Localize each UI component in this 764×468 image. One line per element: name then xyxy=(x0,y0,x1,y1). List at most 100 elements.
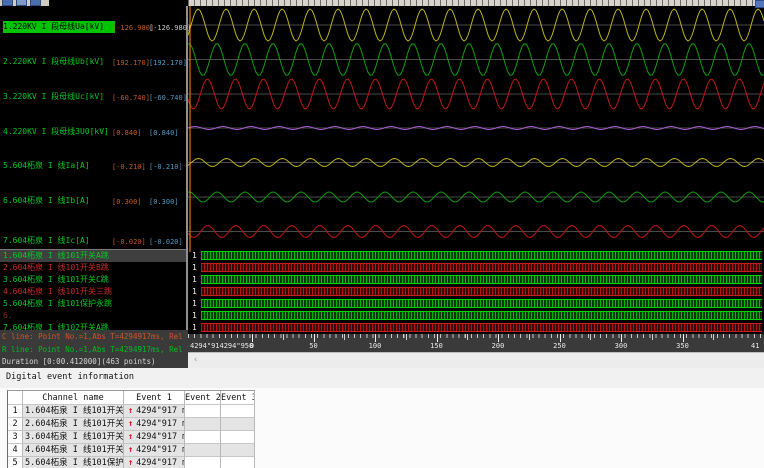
row-channel-name: 5.604柘泉 I 线101保护永跳 xyxy=(23,457,124,468)
axis-major-tick xyxy=(621,334,622,342)
event-table-row[interactable]: 11.604柘泉 I 线101开关A跳↑4294"917 ms xyxy=(8,405,255,418)
row-event2 xyxy=(185,444,221,457)
digital-channel-item[interactable]: 2.604柘泉 I 线101开关B跳 xyxy=(0,262,186,274)
duration-status: Duration [0:00.412000](463 points) xyxy=(2,357,156,366)
axis-tick-label: 0 xyxy=(249,342,255,350)
channel-value-rel: [192.170] xyxy=(149,59,187,67)
row-number: 2 xyxy=(8,418,23,431)
analog-waveform-plot[interactable] xyxy=(188,6,764,252)
row-event2 xyxy=(185,405,221,418)
row-event3 xyxy=(221,405,255,418)
row-event2 xyxy=(185,457,221,468)
row-event2 xyxy=(185,418,221,431)
axis-overflow-label: 4294"914294"950 xyxy=(190,342,254,350)
channel-value-abs: [0.840] xyxy=(112,129,142,137)
digital-state-bar xyxy=(201,287,762,296)
digital-state-bar xyxy=(201,311,762,320)
digital-channel-item[interactable]: 3.604柘泉 I 线101开关C跳 xyxy=(0,274,186,286)
channel-name: 4.220KV I 段母线3U0[kV] xyxy=(3,127,109,136)
channel-value-abs: [-0.020] xyxy=(112,238,146,246)
row-event1: ↑4294"917 ms xyxy=(124,418,185,431)
row-event1: ↑4294"917 ms xyxy=(124,431,185,444)
row-event3 xyxy=(221,457,255,468)
axis-tick-label: 100 xyxy=(368,342,382,350)
time-axis: 4294"914294"950 0 50 100 150 200 250 300 350 41 xyxy=(188,334,764,352)
row-channel-name: 4.604柘泉 I 线101开关三跳 xyxy=(23,444,124,457)
digital-state-bar xyxy=(201,251,762,260)
event-table-row[interactable]: 55.604柘泉 I 线101保护永跳↑4294"917 ms xyxy=(8,457,255,468)
channel-name: 1.220KV I 段母线Ua[kV] xyxy=(3,21,115,33)
event-time: 4294"917 ms xyxy=(136,419,184,429)
axis-major-tick xyxy=(498,334,499,342)
row-number: 3 xyxy=(8,431,23,444)
header-channel-name: Channel name xyxy=(23,391,124,405)
up-arrow-icon: ↑ xyxy=(128,445,134,455)
digital-trace-row: 1 xyxy=(188,322,764,334)
digital-channel-item[interactable]: 1.604柘泉 I 线101开关A跳 xyxy=(0,250,186,262)
digital-channel-item[interactable]: 5.604柘泉 I 线101保护永跳 xyxy=(0,298,186,310)
horizontal-scrollbar[interactable]: ‹ xyxy=(188,352,764,368)
axis-medium-tick xyxy=(528,334,530,340)
row-event3 xyxy=(221,418,255,431)
channel-name: 2.220KV I 段母线Ub[kV] xyxy=(3,57,105,66)
digital-state-bar xyxy=(201,299,762,308)
analog-channel-item[interactable]: 2.220KV I 段母线Ub[kV] [192.170] [192.170] xyxy=(0,56,187,68)
digital-channel-item[interactable]: 4.604柘泉 I 线101开关三跳 xyxy=(0,286,186,298)
channel-value-abs: [0.300] xyxy=(112,198,142,206)
up-arrow-icon: ↑ xyxy=(128,432,134,442)
channel-value-abs: [-60.740] xyxy=(112,94,150,102)
row-number: 5 xyxy=(8,457,23,468)
channel-name: 6. xyxy=(3,311,13,320)
channel-name: 7.604柘泉 I 线Ic[A] xyxy=(3,236,90,245)
axis-major-tick xyxy=(313,334,315,342)
digital-state-bar xyxy=(201,323,762,332)
digital-state-value: 1 xyxy=(192,287,197,296)
analog-channel-item[interactable]: 1.220KV I 段母线Ua[kV] [-126.980] [-126.980] xyxy=(0,21,191,33)
digital-state-bar xyxy=(201,275,762,284)
axis-major-tick xyxy=(375,334,376,342)
event-info-section: Digital event information Channel name E… xyxy=(0,368,764,468)
row-event3 xyxy=(221,444,255,457)
channel-value-abs: [-126.980] xyxy=(112,24,155,32)
row-event3 xyxy=(221,431,255,444)
digital-state-value: 1 xyxy=(192,311,197,320)
event-time: 4294"917 ms xyxy=(136,432,184,442)
channel-name: 2.604柘泉 I 线101开关B跳 xyxy=(3,263,109,272)
event-table-row[interactable]: 33.604柘泉 I 线101开关C跳↑4294"917 ms xyxy=(8,431,255,444)
digital-trace-row: 1 xyxy=(188,310,764,322)
row-channel-name: 2.604柘泉 I 线101开关B跳 xyxy=(23,418,124,431)
channel-value-abs: [-0.210] xyxy=(112,163,146,171)
digital-waveform-plot[interactable]: 1 1 1 1 1 1 1 xyxy=(188,250,764,334)
channel-list-panel: 1.220KV I 段母线Ua[kV] [-126.980] [-126.980] 2… xyxy=(0,6,191,368)
axis-medium-tick xyxy=(344,334,346,340)
event-time: 4294"917 ms xyxy=(136,445,184,455)
section-title: Digital event information xyxy=(6,372,134,382)
analog-channel-item[interactable]: 6.604柘泉 I 线Ib[A] [0.300] [0.300] xyxy=(0,195,186,207)
scroll-left-icon[interactable]: ‹ xyxy=(193,355,198,365)
event-table-row[interactable]: 22.604柘泉 I 线101开关B跳↑4294"917 ms xyxy=(8,418,255,431)
header-index xyxy=(8,391,23,405)
channel-name: 3.220KV I 段母线Uc[kV] xyxy=(3,92,105,101)
axis-tick-label: 250 xyxy=(553,342,566,350)
axis-medium-tick xyxy=(282,334,284,340)
minor-ticks xyxy=(188,334,764,338)
cursor-status-panel: C line: Point No.=1,Abs T=4294917ms, Rel… xyxy=(0,330,188,368)
analog-channel-item[interactable]: 7.604柘泉 I 线Ic[A] [-0.020] [-0.020] xyxy=(0,235,186,247)
analog-channel-item[interactable]: 3.220KV I 段母线Uc[kV] [-60.740] [-60.740] xyxy=(0,91,187,103)
digital-channel-item[interactable]: 6. xyxy=(0,310,186,322)
axis-tick-label: 150 xyxy=(430,342,443,350)
analog-channel-item[interactable]: 4.220KV I 段母线3U0[kV] [0.840] [0.840] xyxy=(0,126,186,138)
channel-value-rel: [0.840] xyxy=(149,129,179,137)
event-table-row[interactable]: 44.604柘泉 I 线101开关三跳↑4294"917 ms xyxy=(8,444,255,457)
channel-name: 5.604柘泉 I 线Ia[A] xyxy=(3,161,90,170)
digital-state-value: 1 xyxy=(192,299,197,308)
axis-medium-tick xyxy=(713,334,715,340)
digital-state-value: 1 xyxy=(192,251,197,260)
event-time: 4294"917 ms xyxy=(136,406,184,416)
row-event1: ↑4294"917 ms xyxy=(124,457,185,468)
axis-end-label: 41 xyxy=(751,342,760,350)
digital-trace-row: 1 xyxy=(188,298,764,310)
header-event-3: Event 3 xyxy=(221,391,255,405)
row-channel-name: 3.604柘泉 I 线101开关C跳 xyxy=(23,431,124,444)
analog-channel-item[interactable]: 5.604柘泉 I 线Ia[A] [-0.210] [-0.210] xyxy=(0,160,186,172)
